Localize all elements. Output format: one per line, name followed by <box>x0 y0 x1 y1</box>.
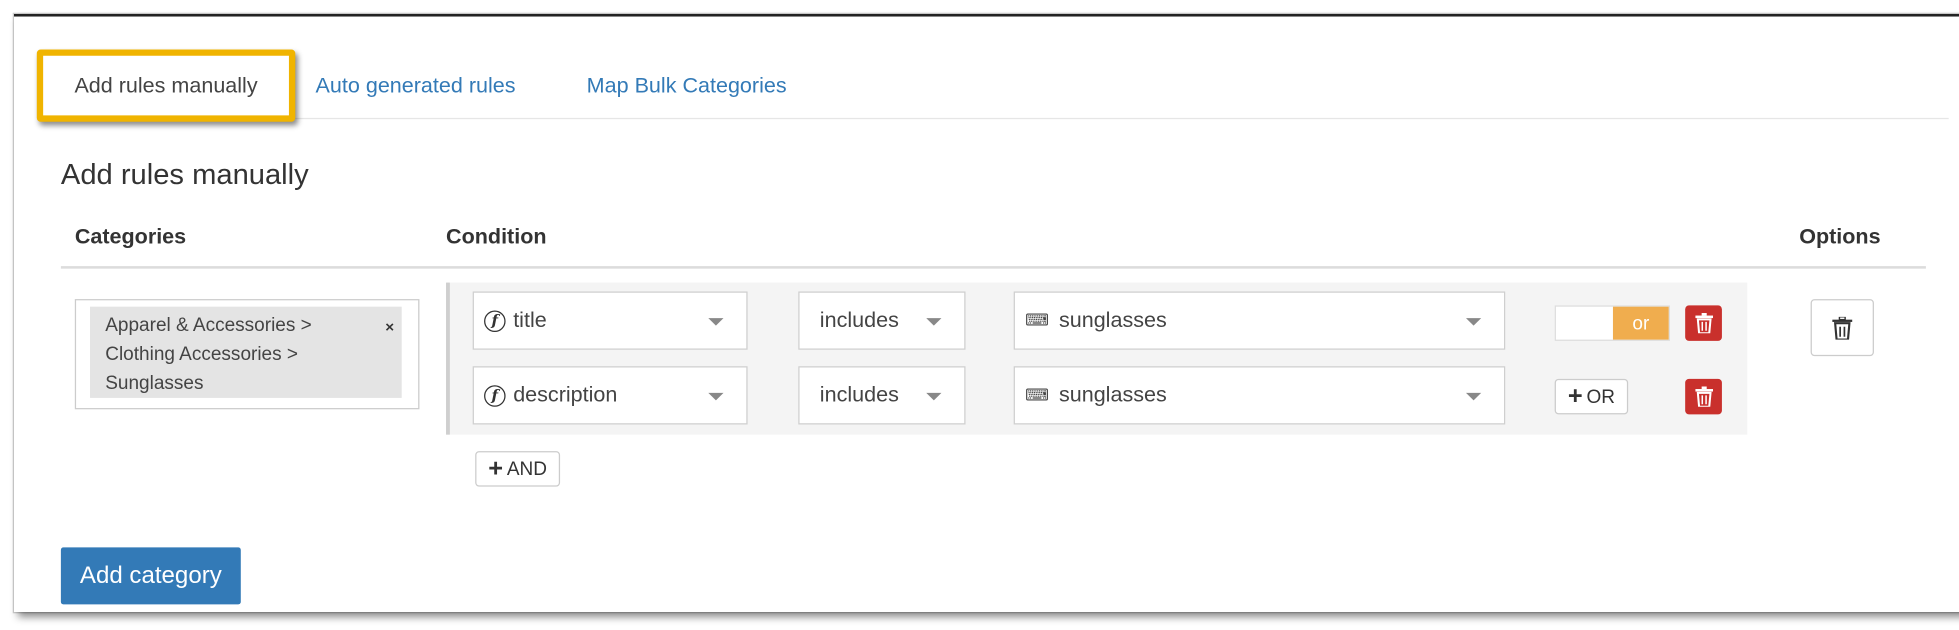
add-and-button[interactable]: + AND <box>475 451 561 487</box>
category-line: Sunglasses <box>105 372 204 395</box>
function-icon: f <box>484 309 506 332</box>
trash-icon <box>1832 316 1853 339</box>
function-icon: f <box>484 384 506 407</box>
keyboard-icon: ⌨ <box>1025 310 1049 330</box>
tab-divider <box>295 117 1949 120</box>
tab-map-bulk-categories[interactable]: Map Bulk Categories <box>587 74 787 99</box>
field-value: description <box>513 382 618 407</box>
tab-auto-generated-rules[interactable]: Auto generated rules <box>316 74 516 99</box>
operator-select-2[interactable]: includes <box>798 366 966 425</box>
chevron-down-icon <box>1465 392 1482 401</box>
operator-select-1[interactable]: includes <box>798 291 966 350</box>
chevron-down-icon <box>926 318 942 326</box>
trash-icon <box>1694 313 1713 334</box>
category-line: Apparel & Accessories > <box>105 314 312 336</box>
rules-panel: Add rules manually Auto generated rules … <box>14 14 1959 613</box>
value-text: sunglasses <box>1058 307 1167 333</box>
add-or-button[interactable]: + OR <box>1554 378 1629 415</box>
delete-condition-button-2[interactable] <box>1685 378 1722 415</box>
column-header-options: Options <box>1799 224 1881 249</box>
or-toggle[interactable]: or <box>1554 305 1670 341</box>
keyboard-icon: ⌨ <box>1025 385 1049 405</box>
value-select-2[interactable]: ⌨ sunglasses <box>1013 366 1506 425</box>
category-tag: Apparel & Accessories > Clothing Accesso… <box>90 306 402 398</box>
header-divider <box>60 266 1926 269</box>
category-line: Clothing Accessories > <box>105 343 299 365</box>
value-text: sunglasses <box>1058 382 1167 407</box>
column-header-categories: Categories <box>74 224 187 249</box>
chevron-down-icon <box>926 392 942 401</box>
chevron-down-icon <box>1465 318 1482 326</box>
chevron-down-icon <box>708 318 724 326</box>
remove-category-icon[interactable]: × <box>385 313 394 342</box>
toggle-on-label: or <box>1612 306 1669 340</box>
field-select-2[interactable]: f description <box>472 366 748 425</box>
category-select[interactable]: Apparel & Accessories > Clothing Accesso… <box>74 299 420 410</box>
add-and-label: AND <box>506 458 547 480</box>
value-select-1[interactable]: ⌨ sunglasses <box>1013 291 1506 350</box>
add-or-label: OR <box>1586 385 1615 408</box>
plus-icon: + <box>488 454 504 483</box>
field-select-1[interactable]: f title <box>472 291 748 350</box>
chevron-down-icon <box>708 392 724 401</box>
trash-icon <box>1694 386 1713 407</box>
field-value: title <box>513 307 547 333</box>
delete-rule-button[interactable] <box>1810 299 1874 357</box>
delete-condition-button-1[interactable] <box>1685 305 1722 341</box>
operator-value: includes <box>819 382 899 407</box>
section-title: Add rules manually <box>60 157 309 191</box>
tab-bar: Add rules manually Auto generated rules … <box>14 17 1959 150</box>
add-category-button[interactable]: Add category <box>60 547 241 605</box>
plus-icon: + <box>1567 382 1583 411</box>
tab-add-rules-manually[interactable]: Add rules manually <box>36 49 296 122</box>
column-header-condition: Condition <box>446 224 547 249</box>
operator-value: includes <box>819 307 899 333</box>
